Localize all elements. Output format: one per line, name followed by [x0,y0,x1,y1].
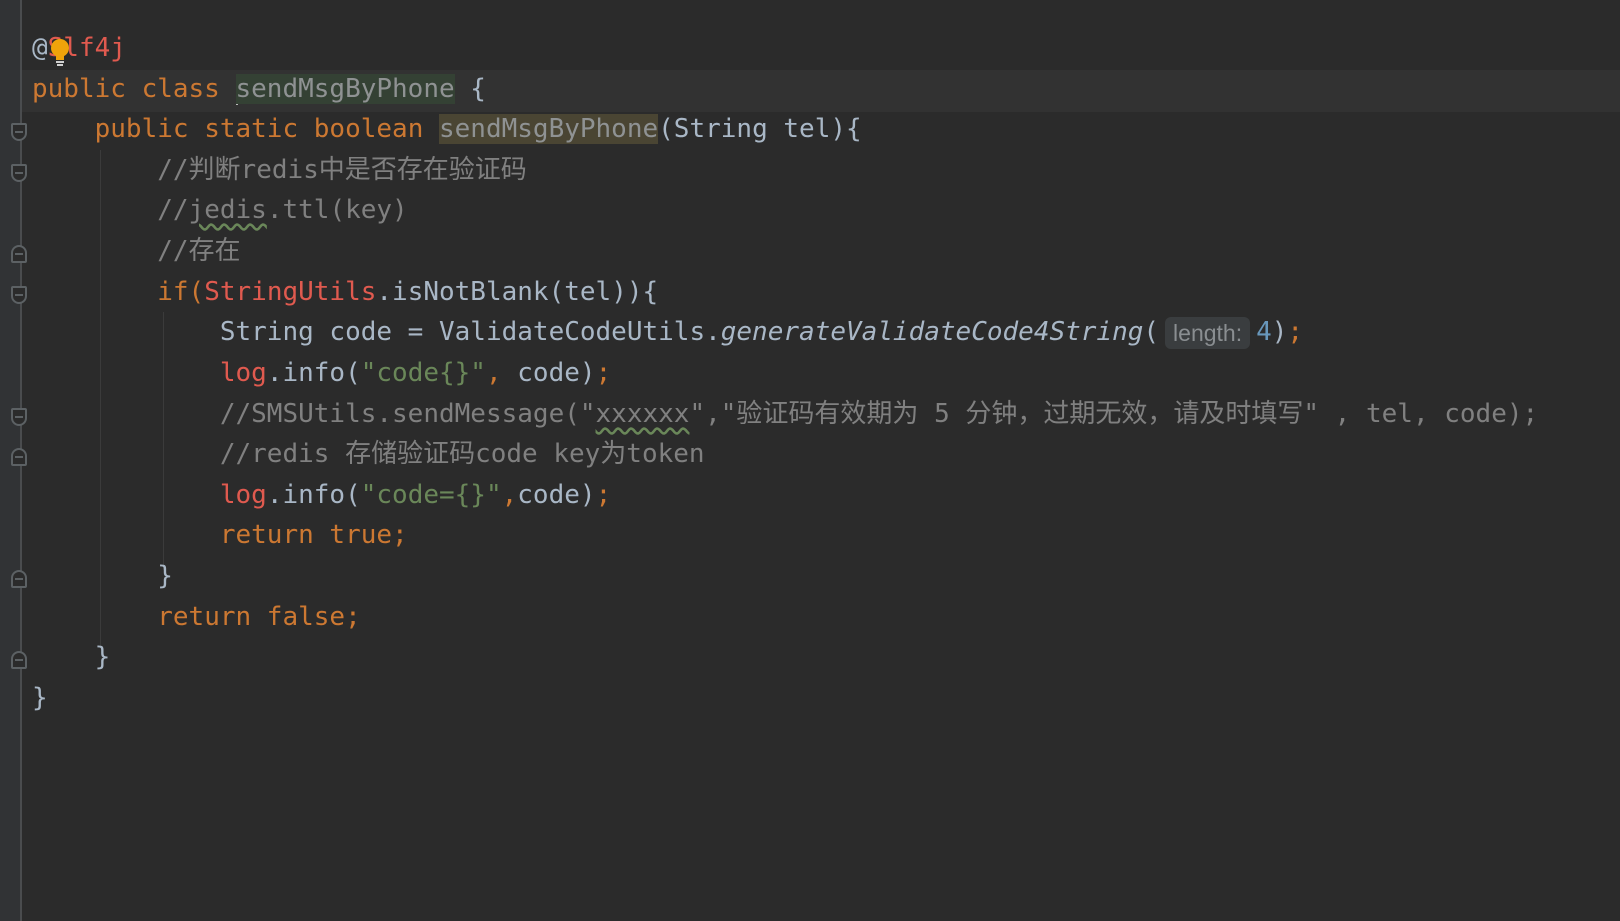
class-name[interactable]: sendMsgByPhone [235,74,455,104]
code-line-method-declaration[interactable]: public static boolean sendMsgByPhone(Str… [32,108,862,150]
code-line-comment[interactable]: //SMSUtils.sendMessage("xxxxxx","验证码有效期为… [32,393,1538,435]
code-line-comment[interactable]: //判断redis中是否存在验证码 [32,149,527,191]
fold-marker-icon[interactable] [11,245,27,263]
code-line-annotation[interactable]: @Slf4j [32,27,126,69]
lightbulb-icon[interactable] [50,38,70,68]
fold-marker-icon[interactable] [11,570,27,588]
code-line-class-declaration[interactable]: public class sendMsgByPhone { [32,68,486,110]
code-line-close-brace[interactable]: } [32,636,111,678]
code-line-close-brace[interactable]: } [32,677,48,719]
fold-marker-icon[interactable] [11,448,27,466]
code-line-if[interactable]: if(StringUtils.isNotBlank(tel)){ [32,271,658,313]
code-line-comment[interactable]: //存在 [32,230,240,272]
code-editor[interactable]: @Slf4j public class sendMsgByPhone { pub… [0,0,1620,921]
code-line-comment[interactable]: //redis 存储验证码code key为token [32,433,705,475]
fold-marker-icon[interactable] [11,651,27,669]
fold-marker-icon[interactable] [11,408,27,426]
code-line-return[interactable]: return false; [32,596,361,638]
code-line-log[interactable]: log.info("code{}", code); [32,352,611,394]
code-line-close-brace[interactable]: } [32,555,173,597]
fold-marker-icon[interactable] [11,286,27,304]
fold-marker-icon[interactable] [11,123,27,141]
code-line-generate-code[interactable]: String code = ValidateCodeUtils.generate… [32,311,1303,353]
code-line-comment[interactable]: //jedis.ttl(key) [32,189,407,231]
method-name[interactable]: sendMsgByPhone [439,114,659,144]
code-line-log[interactable]: log.info("code={}",code); [32,474,611,516]
fold-marker-icon[interactable] [11,164,27,182]
parameter-hint: length: [1165,316,1251,349]
code-line-return[interactable]: return true; [32,514,408,556]
